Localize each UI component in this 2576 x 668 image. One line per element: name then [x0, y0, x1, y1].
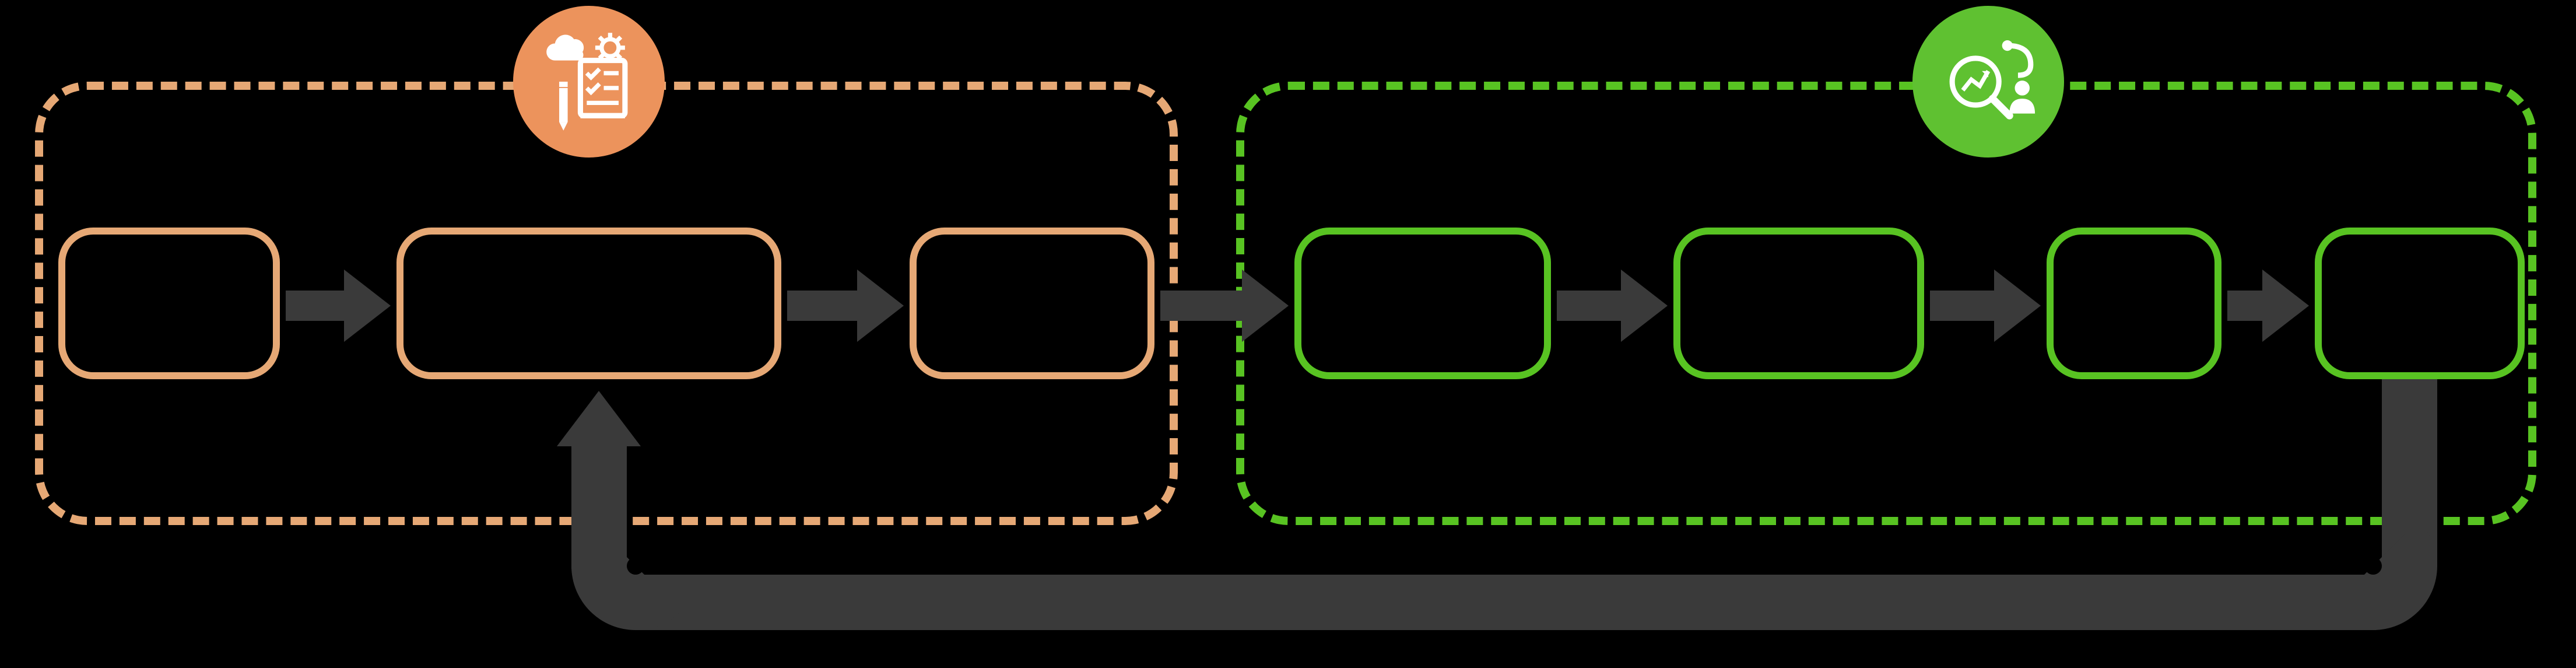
forward-arrow-6	[2227, 288, 2309, 323]
forward-arrow-5	[1930, 288, 2041, 323]
feedback-horizontal-bottom	[636, 575, 2376, 630]
forward-arrow-1	[286, 288, 391, 323]
stage-right-node-3	[2047, 228, 2221, 379]
feedback-arrowhead	[557, 391, 641, 446]
stage-right-node-1	[1294, 228, 1551, 379]
stage-left-node-3	[910, 228, 1154, 379]
badge-left	[513, 6, 665, 158]
stage-left-node-1	[58, 228, 280, 379]
forward-arrow-4	[1557, 288, 1668, 323]
forward-arrow-3	[1160, 288, 1289, 323]
stage-right-node-2	[1673, 228, 1924, 379]
forward-arrow-2	[787, 288, 904, 323]
analytics-search-icon	[1935, 29, 2041, 135]
feedback-vertical-left	[571, 443, 627, 569]
stage-left-node-2	[396, 228, 781, 379]
stage-right-node-4	[2315, 228, 2525, 379]
badge-right	[1912, 6, 2064, 158]
planning-checklist-icon	[536, 29, 642, 135]
